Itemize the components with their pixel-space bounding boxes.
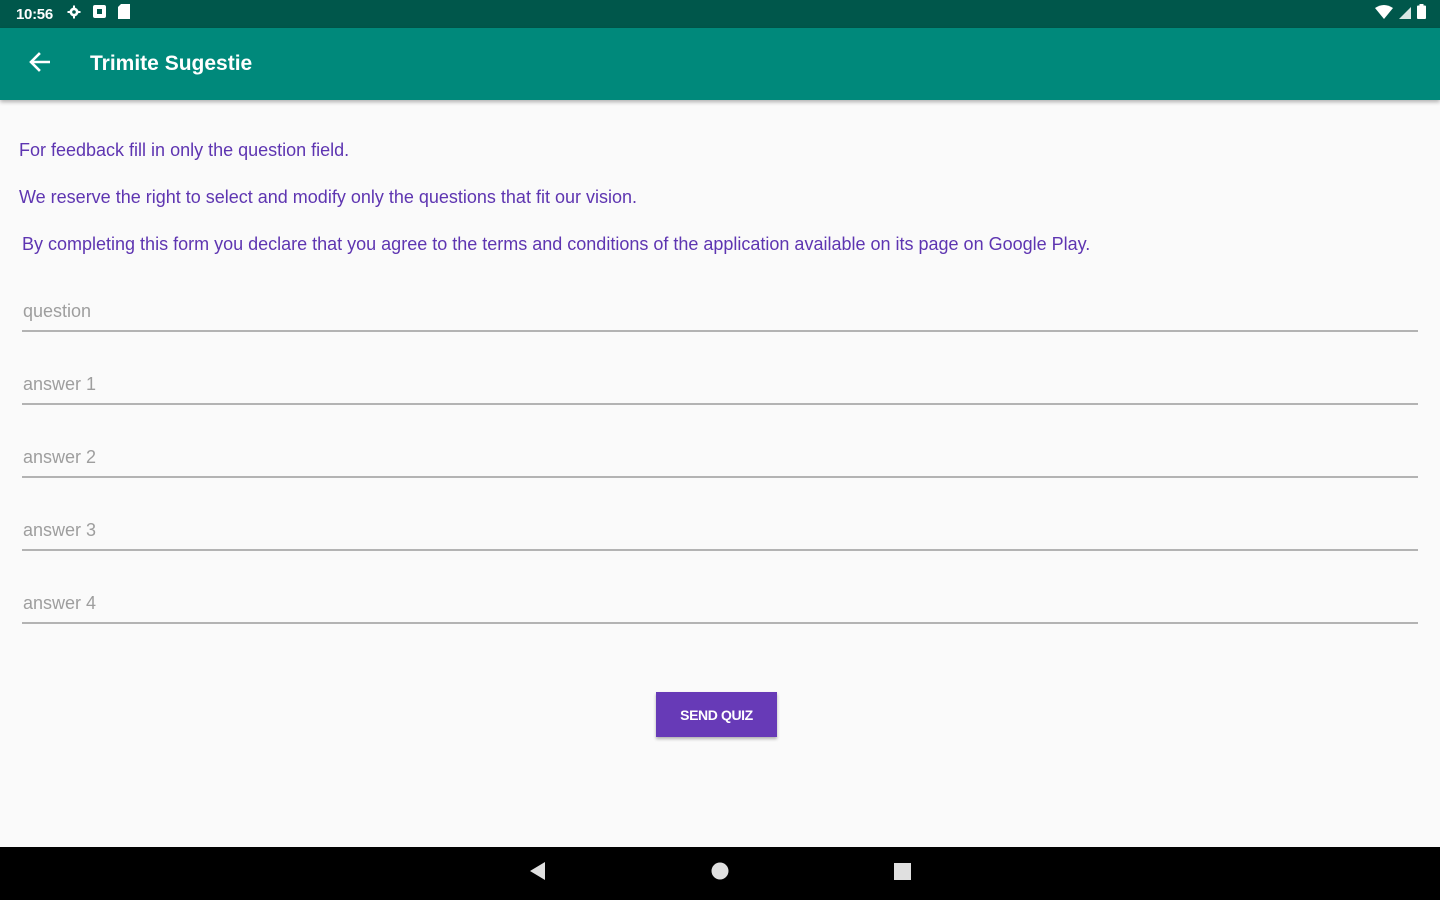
info-reserve-text: We reserve the right to select and modif… xyxy=(19,187,637,207)
status-right-icons xyxy=(1375,0,1426,28)
nav-recents-button[interactable] xyxy=(872,847,932,900)
battery-icon xyxy=(1417,4,1426,24)
nav-back-button[interactable] xyxy=(508,847,568,900)
arrow-back-icon xyxy=(29,51,51,77)
answer3-input[interactable] xyxy=(22,511,1418,549)
question-input[interactable] xyxy=(22,292,1418,330)
settings-gear-icon xyxy=(67,5,81,24)
status-bar: 10:56 xyxy=(0,0,1440,28)
info-terms-text: By completing this form you declare that… xyxy=(22,234,1091,254)
app-bar: Trimite Sugestie xyxy=(0,28,1440,100)
signal-icon xyxy=(1399,5,1411,24)
form-content: For feedback fill in only the question f… xyxy=(0,100,1440,847)
back-triangle-icon xyxy=(530,862,546,885)
navigation-bar xyxy=(0,847,1440,900)
nav-home-button[interactable] xyxy=(690,847,750,900)
info-feedback-text: For feedback fill in only the question f… xyxy=(19,140,350,160)
wifi-icon xyxy=(1375,4,1393,24)
answer1-field xyxy=(22,365,1418,405)
notification-square-icon xyxy=(92,5,106,23)
status-time: 10:56 xyxy=(16,5,53,23)
answer2-field xyxy=(22,438,1418,478)
sd-card-icon xyxy=(117,4,130,24)
question-field xyxy=(22,292,1418,332)
page-title: Trimite Sugestie xyxy=(90,52,253,75)
answer3-field xyxy=(22,511,1418,551)
home-circle-icon xyxy=(711,862,729,885)
recents-square-icon xyxy=(893,862,911,885)
answer1-input[interactable] xyxy=(22,365,1418,403)
back-button[interactable] xyxy=(12,36,68,92)
answer4-input[interactable] xyxy=(22,584,1418,622)
answer4-field xyxy=(22,584,1418,624)
answer2-input[interactable] xyxy=(22,438,1418,476)
send-quiz-button[interactable]: SEND QUIZ xyxy=(656,692,777,737)
